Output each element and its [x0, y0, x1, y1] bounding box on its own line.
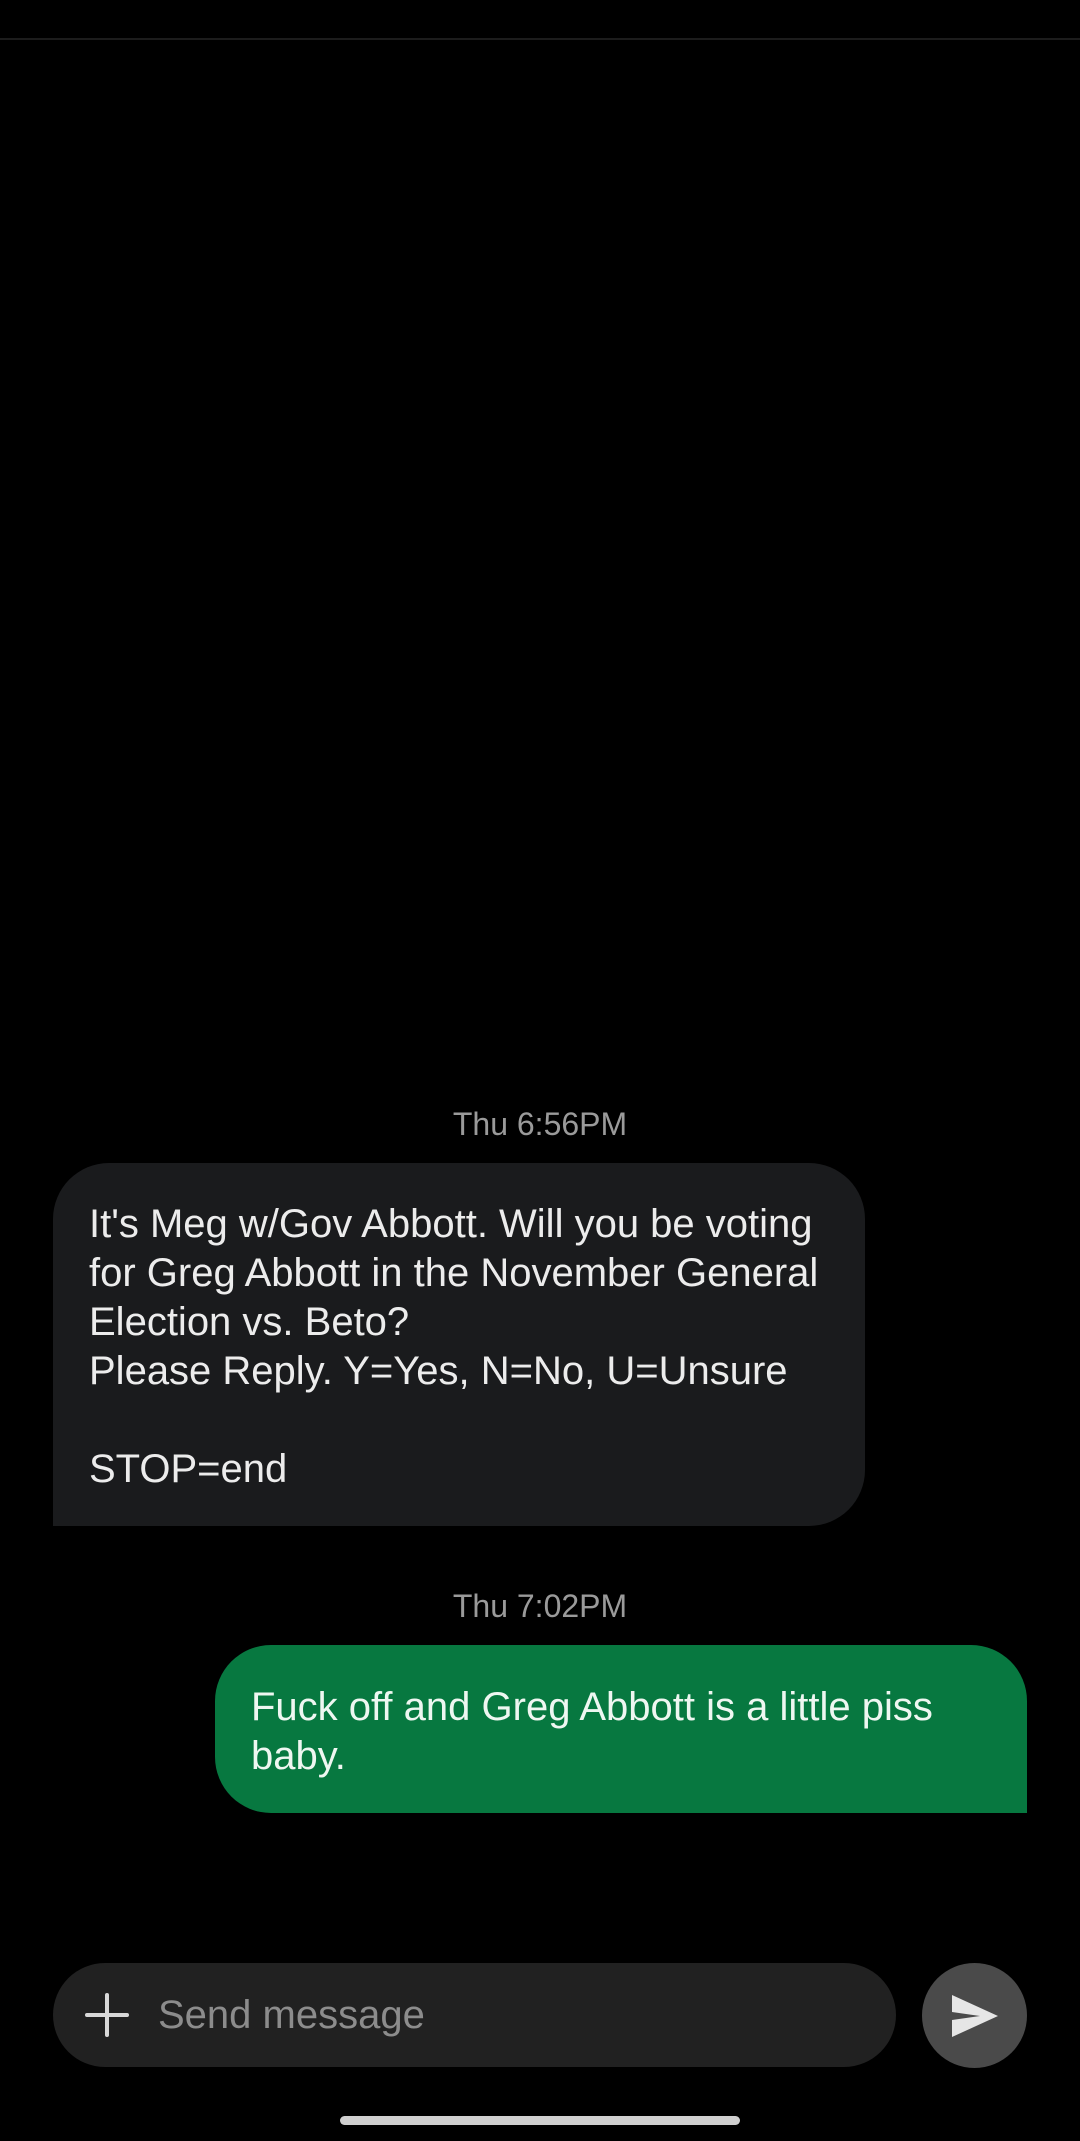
- message-timestamp: Thu 6:56PM: [452, 1106, 628, 1142]
- top-divider: [0, 38, 1080, 40]
- home-indicator[interactable]: [340, 2116, 740, 2125]
- send-icon: [952, 1995, 998, 2037]
- message-input[interactable]: [158, 1963, 858, 2067]
- send-button[interactable]: [922, 1963, 1027, 2068]
- message-timestamp: Thu 7:02PM: [452, 1588, 628, 1624]
- message-composer: [53, 1963, 896, 2067]
- outgoing-message-bubble[interactable]: Fuck off and Greg Abbott is a little pis…: [215, 1645, 1027, 1813]
- incoming-message-bubble[interactable]: It's Meg w/Gov Abbott. Will you be votin…: [53, 1163, 865, 1526]
- plus-icon[interactable]: [85, 1993, 129, 2037]
